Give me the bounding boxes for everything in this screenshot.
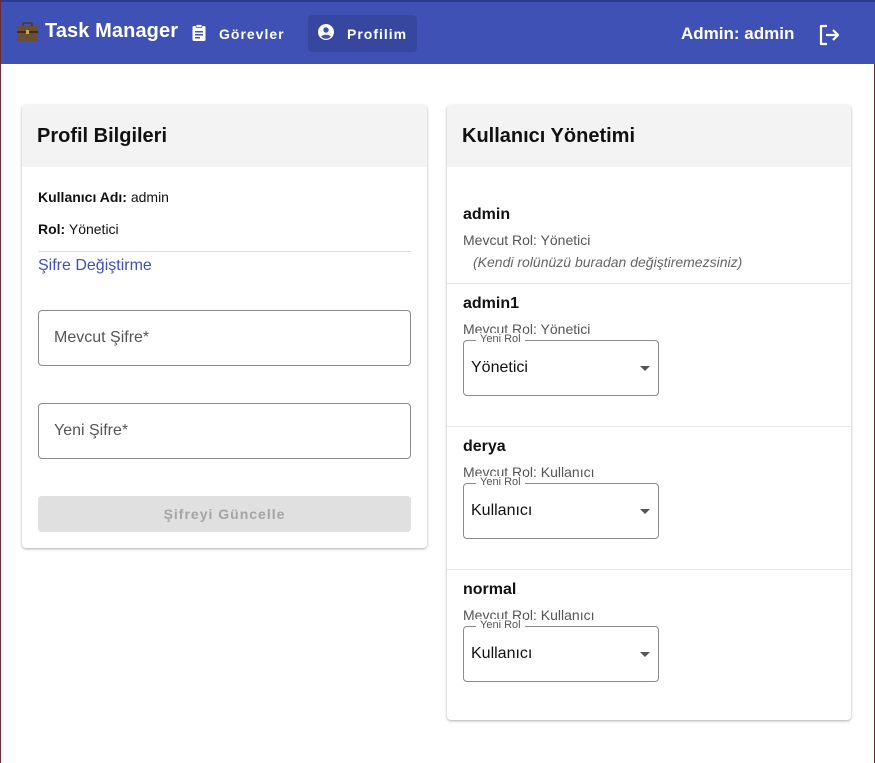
caret-down-icon <box>640 509 650 514</box>
caret-down-icon <box>640 652 650 657</box>
logout-icon <box>816 24 842 52</box>
current-user-label: Admin: admin <box>681 24 795 43</box>
new-role-value: Kullanıcı <box>471 502 533 519</box>
role-info: Rol: Yönetici <box>38 221 119 237</box>
nav-profile-label: Profilim <box>347 25 408 42</box>
user-name: admin1 <box>463 295 520 312</box>
new-role-label: Yeni Rol <box>476 333 525 345</box>
new-role-select[interactable]: Yeni Rol Kullanıcı <box>463 619 659 682</box>
user-management-title: Kullanıcı Yönetimi <box>447 105 851 167</box>
self-role-note: (Kendi rolünüzü buradan değiştiremezsini… <box>473 254 743 270</box>
update-password-button[interactable]: Şifreyi Güncelle <box>38 496 411 532</box>
new-role-select[interactable]: Yeni Rol Yönetici <box>463 333 659 396</box>
role-key: Rol: <box>38 221 66 237</box>
list-item: normal Mevcut Rol: Kullanıcı Yeni Rol Ku… <box>447 570 851 720</box>
new-role-select[interactable]: Yeni Rol Kullanıcı <box>463 476 659 539</box>
new-role-value: Kullanıcı <box>471 645 533 662</box>
nav-tasks-button[interactable]: Görevler <box>182 15 295 52</box>
user-name: admin <box>463 206 511 223</box>
divider <box>38 251 411 252</box>
brand[interactable]: Task Manager <box>16 20 178 43</box>
briefcase-icon <box>16 21 39 42</box>
user-name: derya <box>463 438 506 455</box>
username-info: Kullanıcı Adı: admin <box>38 189 169 205</box>
user-management-card: Kullanıcı Yönetimi admin Mevcut Rol: Yön… <box>447 105 851 720</box>
user-name: normal <box>463 581 517 598</box>
current-password-placeholder: Mevcut Şifre* <box>54 329 150 346</box>
list-item: derya Mevcut Rol: Kullanıcı Yeni Rol Kul… <box>447 427 851 570</box>
new-role-value: Yönetici <box>471 359 528 376</box>
caret-down-icon <box>640 366 650 371</box>
account-circle-icon <box>318 24 334 43</box>
nav-tasks-label: Görevler <box>219 25 285 42</box>
username-value: admin <box>130 189 169 205</box>
current-password-field[interactable]: Mevcut Şifre* <box>38 310 411 366</box>
nav-profile-button[interactable]: Profilim <box>308 15 417 52</box>
username-key: Kullanıcı Adı: <box>38 189 127 205</box>
brand-title: Task Manager <box>45 20 179 42</box>
change-password-link[interactable]: Şifre Değiştirme <box>38 257 152 275</box>
user-current-role: Mevcut Rol: Yönetici <box>463 232 591 248</box>
new-password-field[interactable]: Yeni Şifre* <box>38 403 411 459</box>
profile-card-title: Profil Bilgileri <box>22 105 427 167</box>
list-item: admin1 Mevcut Rol: Yönetici Yeni Rol Yön… <box>447 284 851 427</box>
list-item: admin Mevcut Rol: Yönetici (Kendi rolünü… <box>447 167 851 284</box>
role-value: Yönetici <box>68 221 119 237</box>
app-bar: Task Manager Görevler Profilim Admin: ad… <box>1 0 875 64</box>
clipboard-icon <box>192 23 206 44</box>
new-role-label: Yeni Rol <box>476 619 525 631</box>
new-role-label: Yeni Rol <box>476 476 525 488</box>
profile-card: Profil Bilgileri Kullanıcı Adı: admin Ro… <box>22 105 427 548</box>
logout-button[interactable] <box>816 22 842 48</box>
new-password-placeholder: Yeni Şifre* <box>54 422 129 439</box>
